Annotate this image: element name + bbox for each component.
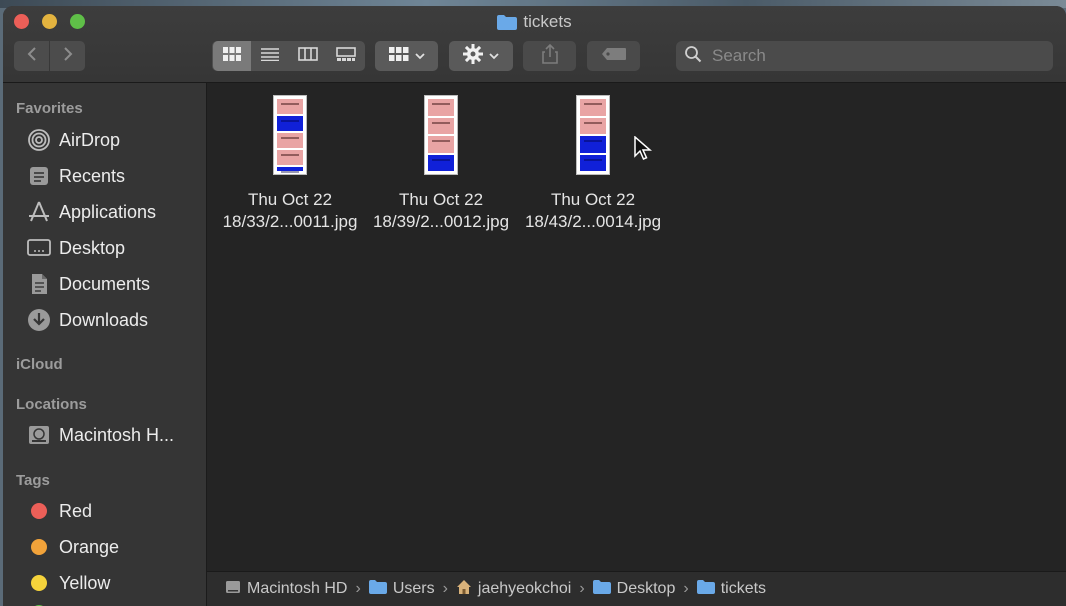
crumb-label: Macintosh HD [247,580,348,597]
sidebar-item-tag-orange[interactable]: Orange [27,532,119,562]
sidebar-item-label: AirDrop [59,129,121,150]
path-crumb-macintosh-hd[interactable]: Macintosh HD [225,579,347,600]
view-mode-group [212,41,365,71]
chevron-right-icon: › [579,580,585,597]
sidebar-item-desktop[interactable]: Desktop [27,233,125,263]
folder-icon [368,579,387,599]
desktop-icon [27,236,51,260]
file-name: Thu Oct 22 18/39/2...0012.jpg [372,190,510,231]
chevron-down-icon [414,47,425,65]
sidebar-item-documents[interactable]: Documents [27,269,150,299]
file-name: Thu Oct 22 18/43/2...0014.jpg [524,190,662,231]
favorites-section-header: Favorites [16,100,83,117]
folder-icon [592,579,611,599]
home-icon [456,579,472,600]
sidebar-item-label: Yellow [59,572,111,593]
sidebar-item-tag-red[interactable]: Red [27,496,92,526]
locations-section-header: Locations [16,396,87,413]
icloud-section-header[interactable]: iCloud [16,356,63,373]
sidebar-item-label: Downloads [59,309,149,330]
window-title: tickets [3,12,1066,32]
yellow-tag-icon [31,575,47,591]
sidebar-item-macintosh-hd[interactable]: Macintosh H... [27,420,174,450]
path-crumb-users[interactable]: Users [368,579,435,599]
documents-icon [27,272,51,296]
image-thumbnail [424,95,458,175]
hard-drive-icon [27,423,51,447]
folder-icon [497,14,518,30]
file-item[interactable]: Thu Oct 22 18/39/2...0012.jpg [366,95,516,233]
share-icon [541,43,558,69]
crumb-label: Users [392,580,435,597]
orange-tag-icon [31,539,47,555]
sidebar-item-recents[interactable]: Recents [27,161,125,191]
sidebar-item-label: Documents [59,273,151,294]
gallery-icon [335,46,356,66]
column-view-button[interactable] [289,41,327,71]
file-name: Thu Oct 22 18/33/2...0011.jpg [222,190,358,231]
window-title-text: tickets [523,12,572,31]
sidebar: Favorites AirDrop Recents Applications D… [3,83,207,606]
list-view-button[interactable] [251,41,289,71]
file-item[interactable]: Thu Oct 22 18/33/2...0011.jpg [215,95,365,233]
gear-icon [463,43,483,69]
tag-icon [601,47,627,66]
group-by-button[interactable] [375,41,438,71]
sidebar-item-tag-yellow[interactable]: Yellow [27,568,110,598]
image-thumbnail [273,95,307,175]
finder-window: tickets Search Favorites AirDrop Recents… [3,6,1066,606]
path-bar: Macintosh HD › Users › jaehyeokchoi › De… [207,571,1066,606]
chevron-left-icon [26,46,38,67]
chevron-right-icon: › [683,580,689,597]
airdrop-icon [27,128,51,152]
chevron-down-icon [489,47,499,65]
action-menu-button[interactable] [449,41,513,71]
chevron-right-icon: › [442,580,448,597]
sidebar-item-label: Recents [59,165,126,186]
recents-icon [27,164,51,188]
crumb-label: jaehyeokchoi [477,580,572,597]
grid-icon [222,46,241,66]
sidebar-item-tag-green-partial[interactable] [27,598,51,606]
hard-drive-icon [225,579,241,600]
grid-icon [388,46,409,66]
path-crumb-home[interactable]: jaehyeokchoi [456,579,571,600]
folder-icon [696,579,715,599]
search-input[interactable] [710,45,1034,67]
crumb-label: Desktop [616,580,676,597]
applications-icon [27,200,51,224]
path-crumb-desktop[interactable]: Desktop [592,579,676,599]
sidebar-item-downloads[interactable]: Downloads [27,305,148,335]
list-icon [260,47,279,66]
sidebar-item-label: Applications [59,201,157,222]
tags-section-header: Tags [16,472,50,489]
columns-icon [297,46,318,66]
chevron-right-icon [62,46,74,67]
forward-button[interactable] [50,41,85,71]
sidebar-item-label: Orange [59,536,120,557]
sidebar-item-applications[interactable]: Applications [27,197,156,227]
path-crumb-tickets[interactable]: tickets [696,579,767,599]
icon-view-button[interactable] [212,41,251,71]
downloads-icon [27,308,51,332]
search-field[interactable] [676,41,1053,71]
back-button[interactable] [14,41,49,71]
search-icon [684,45,702,68]
sidebar-item-airdrop[interactable]: AirDrop [27,125,120,155]
red-tag-icon [31,503,47,519]
image-thumbnail [576,95,610,175]
share-button[interactable] [523,41,576,71]
gallery-view-button[interactable] [327,41,365,71]
sidebar-item-label: Red [59,500,93,521]
chevron-right-icon: › [355,580,361,597]
mouse-pointer-icon [634,135,653,167]
sidebar-item-label: Desktop [59,237,126,258]
titlebar: tickets [3,6,1066,83]
sidebar-item-label: Macintosh H... [59,424,175,445]
crumb-label: tickets [720,580,767,597]
edit-tags-button[interactable] [587,41,640,71]
